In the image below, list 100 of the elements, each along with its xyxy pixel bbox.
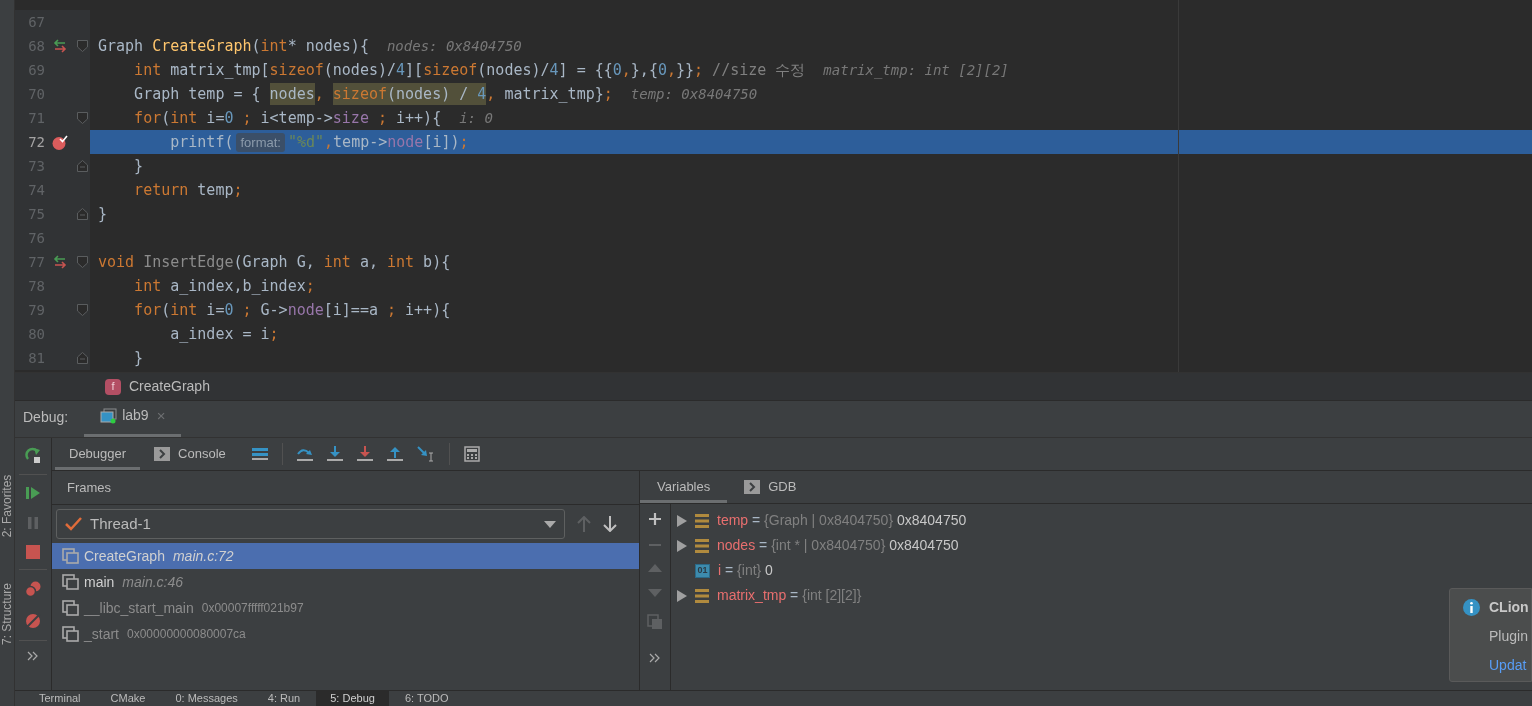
variable-entry[interactable]: nodes = {int * | 0x8404750} 0x8404750 (717, 535, 959, 556)
step-into-icon[interactable] (326, 446, 343, 462)
code-text: } (98, 203, 108, 225)
code-text: printf( (169, 131, 234, 153)
inline-value-hint: i: 0 (459, 108, 493, 128)
override-icon[interactable] (53, 39, 67, 53)
variable-entry[interactable]: i = {int} 0 (718, 560, 773, 581)
code-text: int matrix_tmp[sizeof(nodes)/4][sizeof(nodes)/4] = {{0,},{0,}}; //size 수정 (133, 59, 806, 81)
notification-text: Plugin (1488, 627, 1528, 646)
remove-icon[interactable] (648, 543, 662, 547)
down-arrow-icon[interactable] (603, 516, 617, 532)
breakpoints-icon[interactable] (24, 580, 42, 598)
move-up-icon[interactable] (648, 564, 662, 572)
variable-entry[interactable]: matrix_tmp = {int [2][2]} (717, 585, 862, 606)
side-tab[interactable]: 2: Favorites (0, 474, 16, 538)
code-text: } (133, 155, 144, 177)
session-tab[interactable]: lab9 × (84, 404, 182, 437)
structure-icon (695, 588, 709, 603)
resume-icon[interactable] (25, 485, 41, 501)
fold-icon[interactable] (77, 160, 88, 172)
code-text: } (133, 347, 144, 369)
code-text: return temp; (133, 179, 243, 201)
expand-icon[interactable] (677, 589, 687, 602)
fold-icon[interactable] (77, 256, 88, 268)
tool-window-tab[interactable]: 0: Messages (161, 691, 252, 706)
list-icon[interactable] (251, 447, 268, 461)
expand-icon[interactable] (677, 514, 687, 527)
tool-window-tab[interactable]: 5: Debug (316, 691, 389, 706)
code-text: for(int i=0 ; G->node[i]==a ; i++){ (133, 299, 451, 321)
override-icon[interactable] (53, 255, 67, 269)
code-text: Graph temp = { (133, 83, 262, 105)
console-icon (154, 447, 171, 461)
line-number: 72 (27, 132, 45, 152)
force-step-into-icon[interactable] (356, 446, 373, 462)
debugger-tab[interactable]: Debugger (55, 438, 141, 470)
fold-icon[interactable] (77, 40, 88, 52)
code-text: , (314, 83, 325, 105)
structure-icon (695, 513, 709, 528)
usage-highlight: sizeof(nodes) / 4 (332, 82, 487, 106)
variable-entry[interactable]: temp = {Graph | 0x8404750} 0x8404750 (717, 510, 967, 531)
frame-row[interactable]: __libc_start_main 0x00007fffff021b97 (52, 595, 639, 621)
update-link[interactable]: Updat (1463, 655, 1527, 676)
add-icon[interactable] (648, 512, 662, 526)
tool-window-tab[interactable]: Terminal (25, 691, 95, 706)
step-over-icon[interactable] (296, 446, 313, 462)
more-icon[interactable] (649, 653, 661, 663)
primitive-icon: 01 (695, 563, 710, 578)
function-icon: f (105, 378, 121, 395)
code-text: void InsertEdge(Graph G, int a, int b){ (98, 251, 451, 273)
info-icon (1463, 599, 1480, 616)
step-out-icon[interactable] (386, 446, 403, 462)
tool-window-tab[interactable]: 6: TODO (390, 691, 463, 706)
code-text: a_index = i; (169, 323, 279, 345)
panel-title: Frames (67, 478, 112, 497)
code-text: for(int i=0 ; i<temp->size ; i++){ (133, 107, 442, 129)
expand-icon[interactable] (677, 539, 687, 552)
calculator-icon[interactable] (463, 446, 480, 462)
frame-row[interactable]: CreateGraph main.c:72 (52, 543, 639, 569)
code-text: int a_index,b_index; (133, 275, 315, 297)
inline-value-hint: nodes: 0x8404750 (386, 36, 522, 56)
console-icon (744, 480, 761, 494)
more-icon[interactable] (27, 651, 39, 661)
tool-window-tab[interactable]: 4: Run (253, 691, 315, 706)
tool-window-tab[interactable]: CMake (96, 691, 160, 706)
frame-row[interactable]: _start 0x00000000080007ca (52, 621, 639, 647)
debugger-tab[interactable]: Console (140, 438, 240, 470)
inline-value-hint: temp: 0x8404750 (630, 84, 758, 104)
window-icon (100, 407, 119, 424)
frame-icon (62, 548, 80, 564)
frame-icon (62, 626, 80, 642)
fold-icon[interactable] (77, 352, 88, 364)
pause-icon[interactable] (26, 515, 40, 531)
breakpoint-icon[interactable] (52, 134, 68, 150)
code-text: Graph CreateGraph(int* nodes){ (98, 35, 369, 57)
copy-icon[interactable] (647, 614, 663, 630)
debug-label: Debug: (23, 408, 69, 427)
frame-icon (62, 574, 80, 590)
caret-icon (544, 520, 556, 528)
notification-title: CLion (1489, 598, 1529, 617)
variables-tab[interactable]: GDB (727, 471, 814, 503)
fold-icon[interactable] (77, 304, 88, 316)
breadcrumb-item[interactable]: CreateGraph (129, 376, 210, 397)
inline-value-hint: matrix_tmp: int [2][2] (823, 60, 1009, 81)
frame-row[interactable]: main main.c:46 (52, 569, 639, 595)
structure-icon (695, 538, 709, 553)
variables-tab[interactable]: Variables (640, 471, 728, 503)
frame-icon (62, 600, 80, 616)
parameter-hint: format: (236, 132, 285, 152)
code-text: "%d",temp->node[i]); (287, 131, 469, 153)
up-arrow-icon[interactable] (577, 516, 591, 532)
mute-breakpoints-icon[interactable] (24, 612, 42, 630)
rerun-icon[interactable] (24, 446, 42, 464)
run-to-cursor-icon[interactable] (416, 446, 435, 462)
side-tab[interactable]: 7: Structure (0, 583, 16, 645)
fold-icon[interactable] (77, 208, 88, 220)
move-down-icon[interactable] (648, 589, 662, 597)
fold-icon[interactable] (77, 112, 88, 124)
usage-highlight: nodes (269, 82, 315, 106)
check-icon (65, 517, 82, 531)
thread-dropdown[interactable]: Thread-1 (56, 509, 565, 539)
